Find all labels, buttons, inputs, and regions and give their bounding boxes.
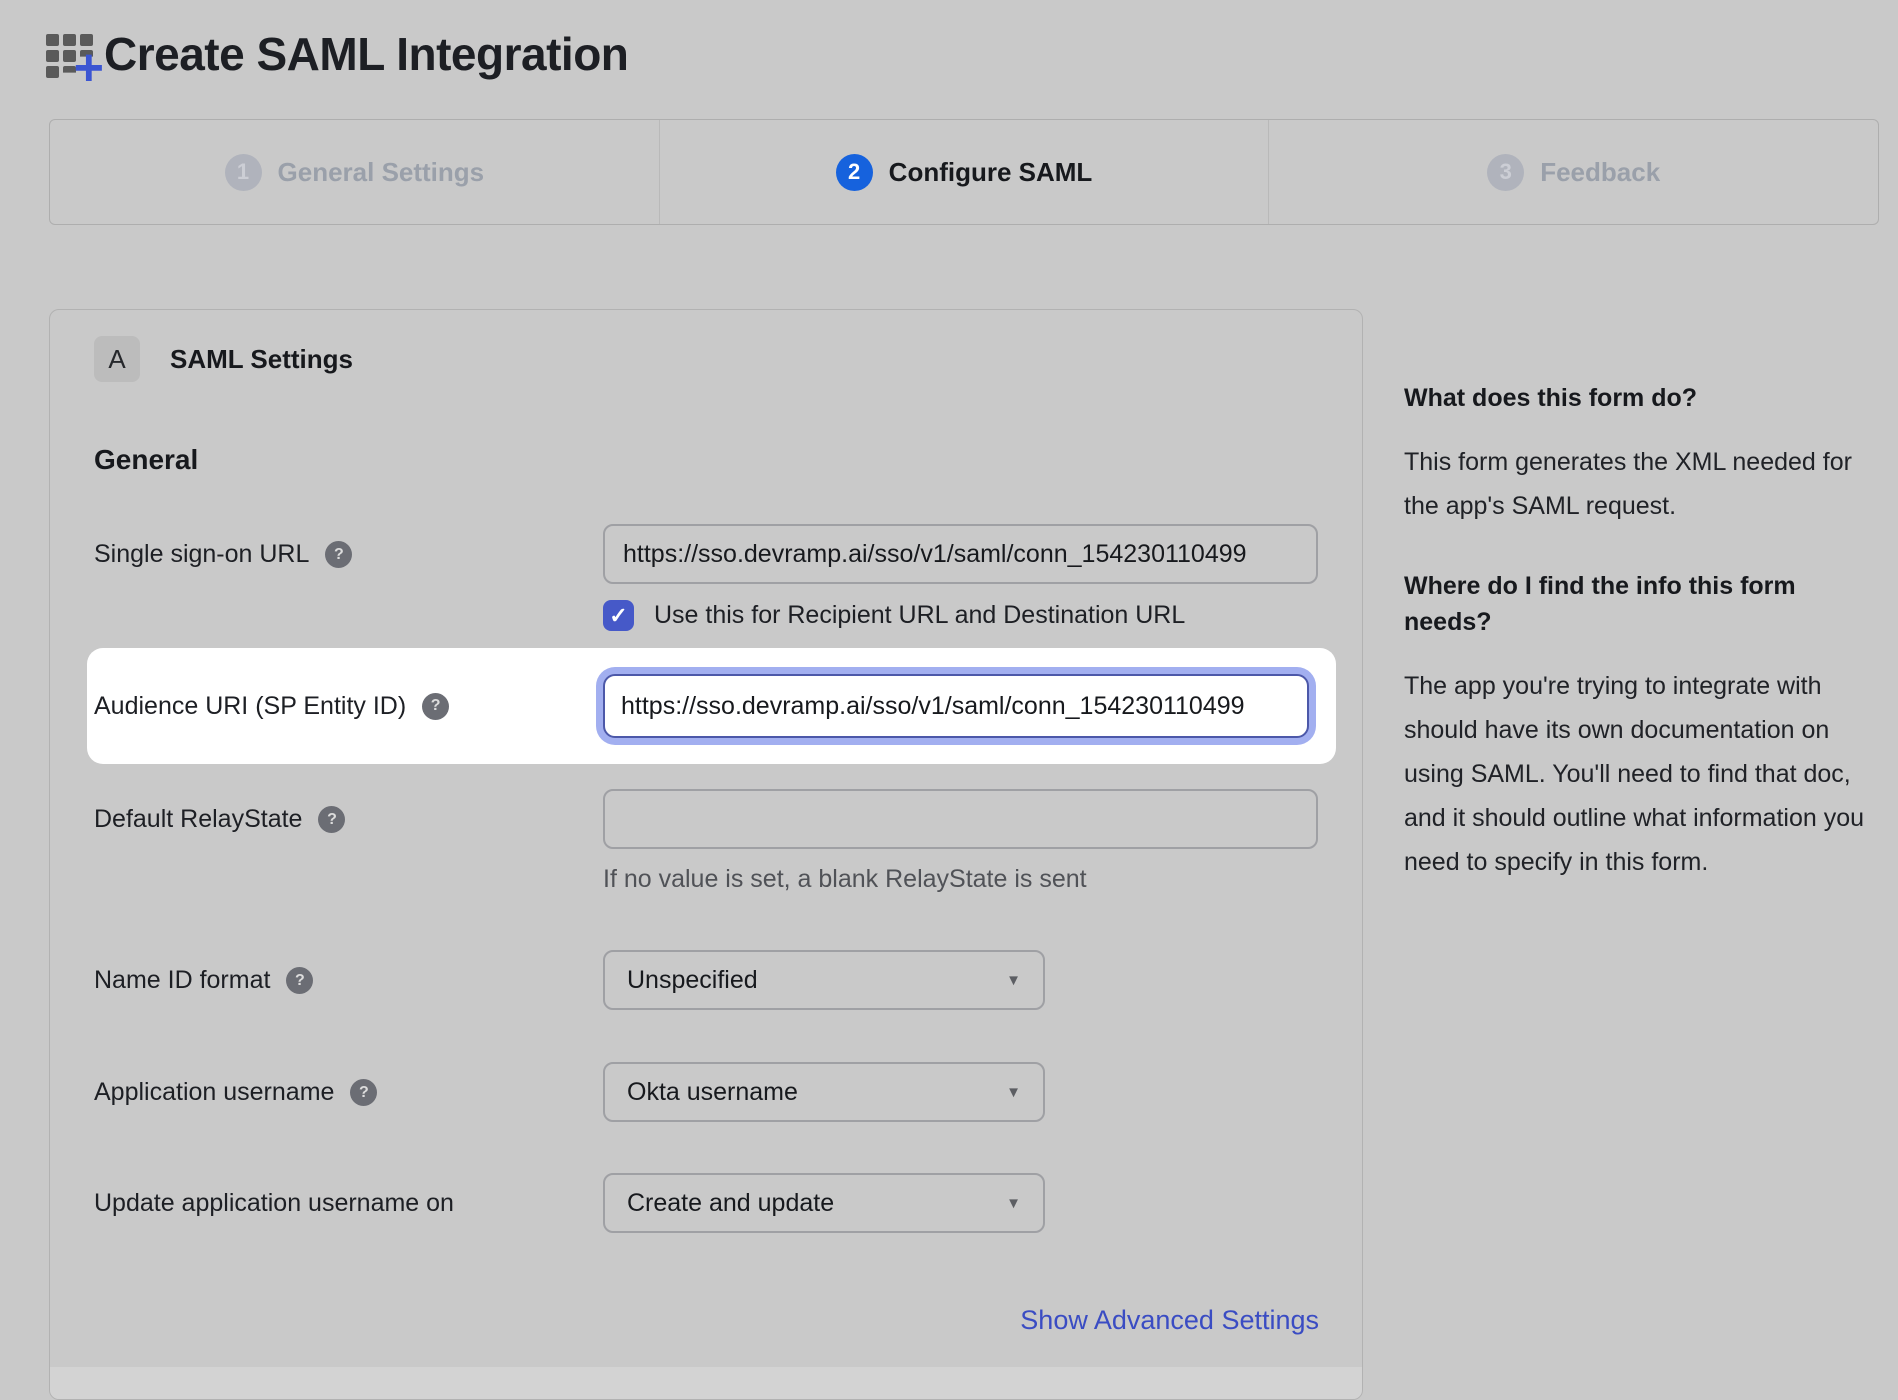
page-title: Create SAML Integration <box>104 27 628 81</box>
sso-url-row: Single sign-on URL ? <box>94 524 1318 584</box>
audience-uri-label: Audience URI (SP Entity ID) <box>94 692 406 721</box>
step-feedback[interactable]: 3 Feedback <box>1269 120 1878 224</box>
help-question-1: What does this form do? <box>1404 380 1866 416</box>
step-configure-saml[interactable]: 2 Configure SAML <box>660 120 1270 224</box>
help-icon[interactable]: ? <box>318 806 345 833</box>
step-general-settings[interactable]: 1 General Settings <box>50 120 660 224</box>
help-icon[interactable]: ? <box>325 541 352 568</box>
selected-value: Okta username <box>627 1078 798 1107</box>
step-number-badge: 3 <box>1487 154 1524 191</box>
help-icon[interactable]: ? <box>422 693 449 720</box>
help-answer-2: The app you're trying to integrate with … <box>1404 664 1866 884</box>
application-username-select[interactable]: Okta username ▼ <box>603 1062 1045 1122</box>
create-app-grid-plus-icon: + <box>44 26 100 82</box>
wizard-steps: 1 General Settings 2 Configure SAML 3 Fe… <box>49 119 1879 225</box>
caret-down-icon: ▼ <box>1006 1084 1021 1101</box>
relay-state-label: Default RelayState <box>94 805 302 834</box>
name-id-format-label: Name ID format <box>94 966 270 995</box>
update-username-label: Update application username on <box>94 1189 454 1218</box>
relay-state-input[interactable] <box>603 789 1318 849</box>
relay-state-hint: If no value is set, a blank RelayState i… <box>603 865 1318 894</box>
step-label: Feedback <box>1540 157 1660 188</box>
recipient-url-checkbox-row: ✓ Use this for Recipient URL and Destina… <box>603 600 1318 631</box>
relay-state-row: Default RelayState ? <box>94 789 1318 849</box>
application-username-row: Application username ? Okta username ▼ <box>94 1062 1318 1122</box>
name-id-format-select[interactable]: Unspecified ▼ <box>603 950 1045 1010</box>
step-label: General Settings <box>278 157 485 188</box>
application-username-label: Application username <box>94 1078 334 1107</box>
page-header: + Create SAML Integration <box>44 26 628 82</box>
help-icon[interactable]: ? <box>286 967 313 994</box>
step-number-badge: 2 <box>836 154 873 191</box>
step-label: Configure SAML <box>889 157 1093 188</box>
recipient-url-checkbox-label: Use this for Recipient URL and Destinati… <box>654 601 1185 630</box>
name-id-format-row: Name ID format ? Unspecified ▼ <box>94 950 1318 1010</box>
check-icon: ✓ <box>609 603 627 629</box>
help-icon[interactable]: ? <box>350 1079 377 1106</box>
sso-url-label: Single sign-on URL <box>94 540 309 569</box>
panel-header: A SAML Settings <box>94 336 1318 382</box>
card-footer-band <box>50 1367 1362 1399</box>
selected-value: Create and update <box>627 1189 834 1218</box>
panel-title: SAML Settings <box>170 344 353 375</box>
help-sidebar: What does this form do? This form genera… <box>1404 380 1866 924</box>
audience-uri-input[interactable] <box>603 674 1309 738</box>
recipient-url-checkbox[interactable]: ✓ <box>603 600 634 631</box>
caret-down-icon: ▼ <box>1006 1195 1021 1212</box>
selected-value: Unspecified <box>627 966 758 995</box>
help-answer-1: This form generates the XML needed for t… <box>1404 440 1866 528</box>
caret-down-icon: ▼ <box>1006 972 1021 989</box>
help-question-2: Where do I find the info this form needs… <box>1404 568 1866 640</box>
update-username-row: Update application username on Create an… <box>94 1173 1318 1233</box>
sso-url-input[interactable] <box>603 524 1318 584</box>
update-username-select[interactable]: Create and update ▼ <box>603 1173 1045 1233</box>
audience-uri-row-highlighted: Audience URI (SP Entity ID) ? <box>87 648 1336 764</box>
show-advanced-settings-link[interactable]: Show Advanced Settings <box>1020 1305 1319 1335</box>
section-a-badge: A <box>94 336 140 382</box>
plus-icon: + <box>74 42 104 94</box>
general-section-heading: General <box>94 444 1318 476</box>
step-number-badge: 1 <box>225 154 262 191</box>
saml-settings-card: A SAML Settings General Single sign-on U… <box>49 309 1363 1400</box>
